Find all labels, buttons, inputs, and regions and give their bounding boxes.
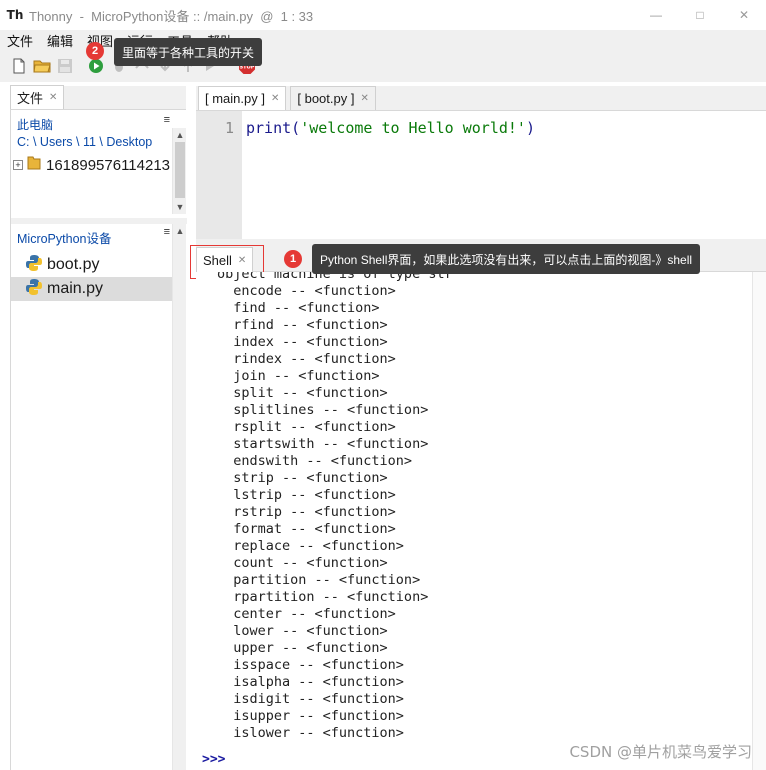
shell-output-line: isupper -- <function> [217,708,404,724]
title-bar: Th Thonny - MicroPython设备 :: /main.py @ … [0,0,766,30]
shell-console[interactable]: object machine is of type str encode -- … [196,272,766,770]
save-icon[interactable] [54,55,76,77]
folder-icon [27,155,41,176]
shell-output-line: lower -- <function> [217,623,388,639]
close-icon[interactable]: ✕ [49,92,57,103]
shell-output-line: rstrip -- <function> [217,504,396,520]
computer-section: 此电脑 C: \ Users \ 11 \ Desktop + 16189957… [11,116,173,177]
shell-output-line: join -- <function> [217,368,380,384]
folder-item[interactable]: + 161899576114213 [11,153,173,177]
shell-output-line: lstrip -- <function> [217,487,396,503]
shell-output-line: partition -- <function> [217,572,421,588]
python-file-icon [25,254,43,277]
minimize-icon[interactable]: — [634,0,678,30]
thonny-app-icon: Th [6,8,24,22]
shell-output-line: strip -- <function> [217,470,388,486]
shell-output-line: split -- <function> [217,385,388,401]
device-section: MicroPython设备 boot.py main.py [11,228,173,301]
device-menu-icon[interactable]: ≡ [164,226,170,238]
shell-output-line: rpartition -- <function> [217,589,429,605]
device-file-label: main.py [47,280,104,297]
scroll-down-icon[interactable]: ▼ [173,200,187,214]
line-number: 1 [224,119,234,137]
tab-boot-py[interactable]: [ boot.py ] ✕ [290,86,376,110]
tab-files-label: 文件 [17,91,44,106]
new-file-icon[interactable] [8,55,30,77]
device-title[interactable]: MicroPython设备 [11,228,173,247]
line-number-gutter: 1 [196,111,242,239]
close-icon[interactable]: ✕ [722,0,766,30]
shell-output-line: count -- <function> [217,555,388,571]
menu-edit[interactable]: 编辑 [40,31,80,50]
folder-label: 161899576114213 [46,156,171,174]
editor-pane: [ main.py ] ✕ [ boot.py ] ✕ 1 print('wel… [190,86,766,770]
annotation-callout-2: 里面等于各种工具的开关 [114,38,263,66]
device-file-label: boot.py [47,256,100,273]
device-scrollbar[interactable]: ▲ [172,224,186,770]
tab-files[interactable]: 文件 ✕ [10,85,65,109]
annotation-badge-1: 1 [284,250,302,268]
shell-output-line: isdigit -- <function> [217,691,404,707]
scroll-thumb[interactable] [175,142,185,198]
expand-icon[interactable]: + [13,160,23,170]
shell-output-line: rsplit -- <function> [217,419,396,435]
device-file-main[interactable]: main.py [11,277,173,301]
files-tabbar: 文件 ✕ [10,85,186,110]
scroll-up-icon[interactable]: ▲ [173,128,187,142]
shell-output-line: isalpha -- <function> [217,674,404,690]
shell-output-line: replace -- <function> [217,538,404,554]
shell-output-line: islower -- <function> [217,725,404,741]
shell-output-line: rindex -- <function> [217,351,396,367]
code-function: print( [246,119,301,137]
shell-output-line: format -- <function> [217,521,396,537]
window-controls: — □ ✕ [634,0,766,30]
shell-output-line: splitlines -- <function> [217,402,429,418]
shell-output-line: rfind -- <function> [217,317,388,333]
code-editor[interactable]: 1 print('welcome to Hello world!') [196,111,766,239]
shell-prompt[interactable]: >>> [202,752,225,767]
code-line[interactable]: print('welcome to Hello world!') [242,111,535,239]
shell-output-line: encode -- <function> [217,283,396,299]
computer-path[interactable]: C: \ Users \ 11 \ Desktop [11,135,173,149]
watermark: CSDN @单片机菜鸟爱学习 [569,743,752,761]
close-icon[interactable]: ✕ [271,93,279,104]
tab-label: [ boot.py ] [297,91,355,106]
tab-label: [ main.py ] [205,91,265,106]
python-file-icon [25,278,43,301]
computer-menu-icon[interactable]: ≡ [164,114,170,126]
shell-output-line: endswith -- <function> [217,453,413,469]
device-file-boot[interactable]: boot.py [11,253,173,277]
window-title: Thonny - MicroPython设备 :: /main.py @ 1 :… [29,8,314,24]
shell-output-line: upper -- <function> [217,640,388,656]
shell-output-line: isspace -- <function> [217,657,404,673]
shell-output-line: startswith -- <function> [217,436,429,452]
close-icon[interactable]: ✕ [360,93,368,104]
tab-main-py[interactable]: [ main.py ] ✕ [198,86,287,110]
maximize-icon[interactable]: □ [678,0,722,30]
files-pane: 文件 ✕ 此电脑 C: \ Users \ 11 \ Desktop + 161… [10,85,187,770]
shell-output-line: index -- <function> [217,334,388,350]
computer-scrollbar[interactable]: ▲ ▼ [172,128,186,214]
computer-title[interactable]: 此电脑 [11,116,173,133]
shell-scrollbar[interactable] [752,272,766,770]
editor-tabbar: [ main.py ] ✕ [ boot.py ] ✕ [196,86,766,111]
shell-output-line: center -- <function> [217,606,396,622]
code-string: 'welcome to Hello world!' [300,119,526,137]
menu-file[interactable]: 文件 [0,31,40,50]
code-paren: ) [525,119,535,137]
shell-output-line: find -- <function> [217,300,380,316]
files-box: 此电脑 C: \ Users \ 11 \ Desktop + 16189957… [10,110,187,770]
annotation-callout-1: Python Shell界面，如果此选项没有出来，可以点击上面的视图-》shel… [312,244,701,274]
divider [11,218,187,224]
scroll-up-icon[interactable]: ▲ [173,224,187,238]
annotation-badge-2: 2 [86,42,104,60]
open-folder-icon[interactable] [31,55,53,77]
